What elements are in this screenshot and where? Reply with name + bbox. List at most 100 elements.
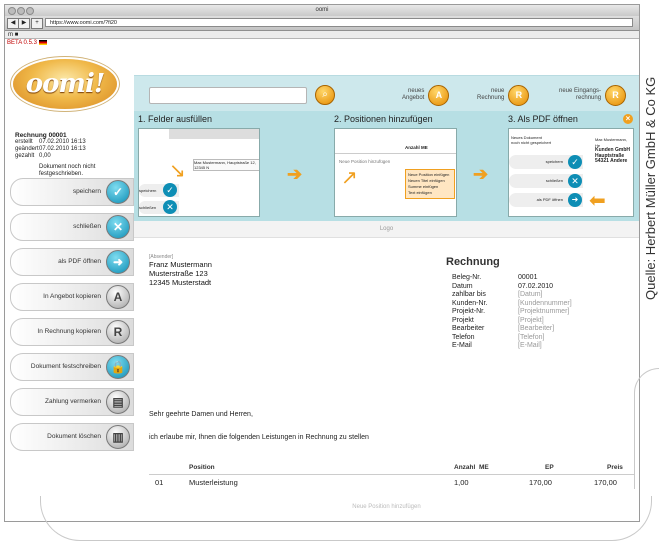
check-button[interactable]: speichern ✓ <box>10 178 134 206</box>
info-key: gezahlt <box>15 153 35 159</box>
address-line: 12345 Musterstadt <box>149 278 212 287</box>
meta-key: Projekt <box>452 316 474 324</box>
copy-offer-button[interactable]: In Angebot kopieren A <box>10 283 134 311</box>
meta-value: [Telefon] <box>518 333 545 341</box>
info-row: gezahlt 0,00 <box>15 153 130 160</box>
shot-table-header: Anzahl ME <box>405 145 428 150</box>
invoice-document: [Absender] Franz Mustermann Musterstraße… <box>134 238 639 521</box>
add-bookmark-button[interactable]: + <box>31 18 43 29</box>
lock-icon: 🔒 <box>106 355 130 379</box>
pdf-button[interactable]: als PDF öffnen ➜ <box>10 248 134 276</box>
decorative-frame-bottom <box>40 496 652 541</box>
new-incoming-invoice-button[interactable]: neue Eingangs-rechnung R <box>559 84 627 106</box>
document-title: Rechnung 00001 <box>15 132 67 139</box>
new-offer-icon: A <box>428 84 450 106</box>
copy-invoice-icon: R <box>106 320 130 344</box>
arrow-icon: ↘ <box>169 160 186 182</box>
search-icon[interactable]: ⌕ <box>315 85 335 105</box>
meta-value: [Kundennummer] <box>518 299 572 307</box>
arrow-right-icon: ➔ <box>473 164 489 184</box>
row-ep: 170,00 <box>529 478 552 487</box>
new-invoice-line2: Rechnung <box>477 95 505 101</box>
bookmarks-bar: m ■ <box>5 31 639 39</box>
step-2-title: 2. Positionen hinzufügen <box>334 114 433 124</box>
meta-row[interactable]: E-Mail [E-Mail] <box>452 342 572 351</box>
logo-placeholder-bar[interactable]: Logo <box>134 221 639 238</box>
image-credit: Quelle: Herbert Müller GmbH & Co KG <box>639 77 658 318</box>
payment-icon: ▤ <box>106 390 130 414</box>
col-position: Position <box>189 464 215 471</box>
help-steps: 1. Felder ausfüllen 2. Positionen hinzuf… <box>134 111 639 221</box>
new-invoice-line1: neue <box>491 88 505 94</box>
header-bar: ⌕ neues Angebot A neue Rechnung R neue Ein… <box>134 75 639 111</box>
recipient-address[interactable]: Franz Mustermann Musterstraße 123 12345 … <box>149 260 212 287</box>
payment-button[interactable]: Zahlung vermerken ▤ <box>10 388 134 416</box>
check-icon: ✓ <box>163 183 177 197</box>
decorative-frame-curve <box>634 368 659 489</box>
document-heading[interactable]: Rechnung <box>446 256 500 268</box>
meta-row[interactable]: Bearbeiter [Bearbeiter] <box>452 325 572 334</box>
document-info: Rechnung 00001 erstellt 07.02.2010 16:13 … <box>15 132 130 178</box>
col-ep: EP <box>545 464 554 471</box>
greeting-text[interactable]: Sehr geehrte Damen und Herren, <box>149 411 253 418</box>
trash-button[interactable]: Dokument löschen ▥ <box>10 423 134 451</box>
action-label: Zahlung vermerken <box>45 398 101 405</box>
search-input[interactable] <box>149 87 307 104</box>
new-incoming-invoice-label: neue Eingangs-rechnung <box>559 88 601 102</box>
shot-address-line: 54321 Andere <box>595 158 628 164</box>
close-button[interactable]: schließen ✕ <box>10 213 134 241</box>
beta-version-text: BETA 0.5.3 <box>7 40 37 47</box>
shot-add-position-link: Neue Position hinzufügen <box>339 159 391 164</box>
meta-value: [Projektnummer] <box>518 308 570 315</box>
meta-key: Bearbeiter <box>452 325 485 332</box>
meta-row[interactable]: Datum 07.02.2010 <box>452 283 572 292</box>
action-label: Dokument festschreiben <box>30 363 101 370</box>
new-offer-line2: Angebot <box>402 95 425 101</box>
info-value: 07.02.2010 16:13 <box>39 146 86 152</box>
new-incoming-invoice-line1: neue Eingangs- <box>559 88 602 94</box>
meta-row[interactable]: Telefon [Telefon] <box>452 334 572 343</box>
new-invoice-label: neue Rechnung <box>477 88 504 102</box>
shot-address-field: Max Mustermann, Hauptstraße 12, 12345 N <box>193 159 259 171</box>
arrow-right-icon: ➔ <box>287 164 303 184</box>
lock-button[interactable]: Dokument festschreiben 🔒 <box>10 353 134 381</box>
invoice-meta: Beleg-Nr. 00001 Datum 07.02.2010 zahlbar bis… <box>452 274 572 351</box>
check-icon: ✓ <box>568 155 582 169</box>
meta-key: Telefon <box>452 333 475 341</box>
meta-row[interactable]: zahlbar bis [Datum] <box>452 291 572 300</box>
meta-row[interactable]: Projekt [Projekt] <box>452 317 572 326</box>
meta-row[interactable]: Projekt-Nr. [Projektnummer] <box>452 308 572 317</box>
new-invoice-button[interactable]: neue Rechnung R <box>477 84 530 106</box>
new-offer-label: neues Angebot <box>402 88 424 102</box>
info-row: erstellt 07.02.2010 16:13 <box>15 139 130 146</box>
sidebar: oomi! Rechnung 00001 erstellt 07.02.2010 … <box>5 48 134 521</box>
new-offer-button[interactable]: neues Angebot A <box>402 84 450 106</box>
browser-toolbar: ◀ ▶ + https://www.oomi.com/?fi20 <box>5 16 639 31</box>
meta-value: 07.02.2010 <box>518 282 554 290</box>
positions-table-header: Position Anzahl ME EP Preis <box>149 462 634 475</box>
shot-address: Max Mustermann, He Kunden GmbH Hauptstra… <box>595 137 633 165</box>
check-icon: ✓ <box>106 180 130 204</box>
table-row[interactable]: 01 Musterleistung 1,00 170,00 170,00 <box>149 477 634 493</box>
oomi-logo[interactable]: oomi! <box>13 59 117 109</box>
intro-text[interactable]: ich erlaube mir, Ihnen die folgenden Lei… <box>149 434 369 441</box>
german-flag-icon <box>38 40 47 45</box>
close-icon: ✕ <box>568 174 582 188</box>
meta-value: [Projekt] <box>518 316 544 324</box>
info-value: 0,00 <box>39 153 51 159</box>
meta-key: zahlbar bis <box>452 291 486 298</box>
row-number: 01 <box>155 478 164 487</box>
meta-row[interactable]: Beleg-Nr. 00001 <box>452 274 572 283</box>
address-bar[interactable]: https://www.oomi.com/?fi20 <box>45 18 633 27</box>
close-icon[interactable]: × <box>623 114 633 124</box>
pdf-icon: ➜ <box>106 250 130 274</box>
col-preis: Preis <box>607 464 623 471</box>
forward-button[interactable]: ▶ <box>18 18 30 29</box>
meta-value: [E-Mail] <box>518 342 542 349</box>
copy-invoice-button[interactable]: In Rechnung kopieren R <box>10 318 134 346</box>
step-3-screenshot: Neues Dokument noch nicht gespeichert Max… <box>508 128 634 217</box>
meta-key: Datum <box>452 282 473 290</box>
row-position: Musterleistung <box>189 478 238 487</box>
row-preis: 170,00 <box>594 478 617 487</box>
meta-row[interactable]: Kunden-Nr. [Kundennummer] <box>452 300 572 309</box>
